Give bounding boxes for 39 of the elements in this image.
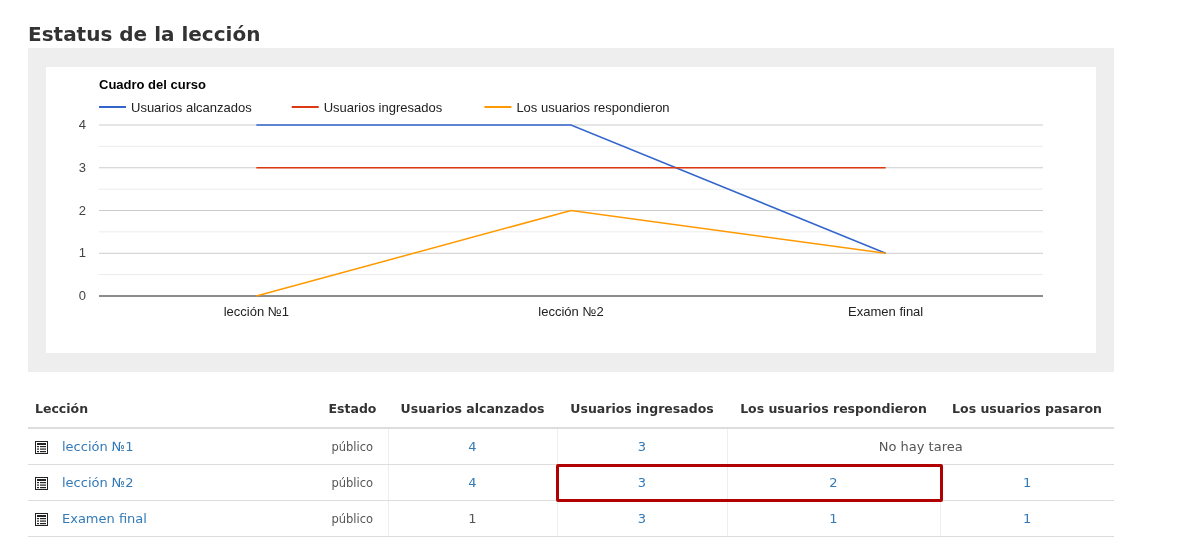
count-link[interactable]: 1 [829, 511, 838, 526]
axis-tick-label: 4 [78, 117, 86, 132]
count-link[interactable]: 4 [468, 475, 477, 490]
axis-category-label: lección №2 [538, 304, 604, 319]
document-list-icon [35, 441, 48, 454]
axis-tick-label: 2 [78, 202, 86, 218]
status-text: público [331, 512, 374, 526]
document-list-icon [35, 513, 48, 526]
count-link[interactable]: 3 [637, 511, 647, 526]
column-header: Lección [28, 390, 317, 428]
column-header: Los usuarios pasaron [940, 390, 1114, 428]
lesson-link[interactable]: lección №1 [62, 439, 134, 454]
lesson-link[interactable]: Examen final [62, 511, 147, 526]
count-link[interactable]: 2 [829, 475, 838, 490]
column-header: Usuarios alcanzados [388, 390, 557, 428]
column-header: Usuarios ingresados [557, 390, 727, 428]
legend-label: Usuarios alcanzados [131, 100, 252, 115]
count-link[interactable]: 1 [1023, 475, 1032, 490]
no-task-note: No hay tarea [878, 439, 963, 454]
status-text: público [331, 476, 374, 490]
document-list-icon [35, 477, 48, 490]
count-link[interactable]: 3 [637, 475, 647, 490]
count-text: 1 [468, 511, 477, 526]
axis-tick-label: 1 [78, 245, 86, 261]
axis-tick-label: 0 [78, 288, 86, 303]
legend-label: Usuarios ingresados [323, 100, 443, 115]
status-text: público [331, 440, 374, 454]
column-header: Estado [317, 390, 388, 428]
chart-title: Cuadro del curso [99, 77, 206, 92]
axis-category-label: lección №1 [223, 304, 289, 319]
count-link[interactable]: 1 [1023, 511, 1032, 526]
column-header: Los usuarios respondieron [727, 390, 940, 428]
legend-label: Los usuarios respondieron [516, 100, 670, 115]
count-link[interactable]: 3 [637, 439, 647, 454]
count-link[interactable]: 4 [468, 439, 477, 454]
section-title: Estatus de la lección [28, 22, 262, 46]
lesson-link[interactable]: lección №2 [62, 475, 134, 490]
axis-tick-label: 3 [78, 159, 86, 175]
axis-category-label: Examen final [848, 304, 924, 319]
